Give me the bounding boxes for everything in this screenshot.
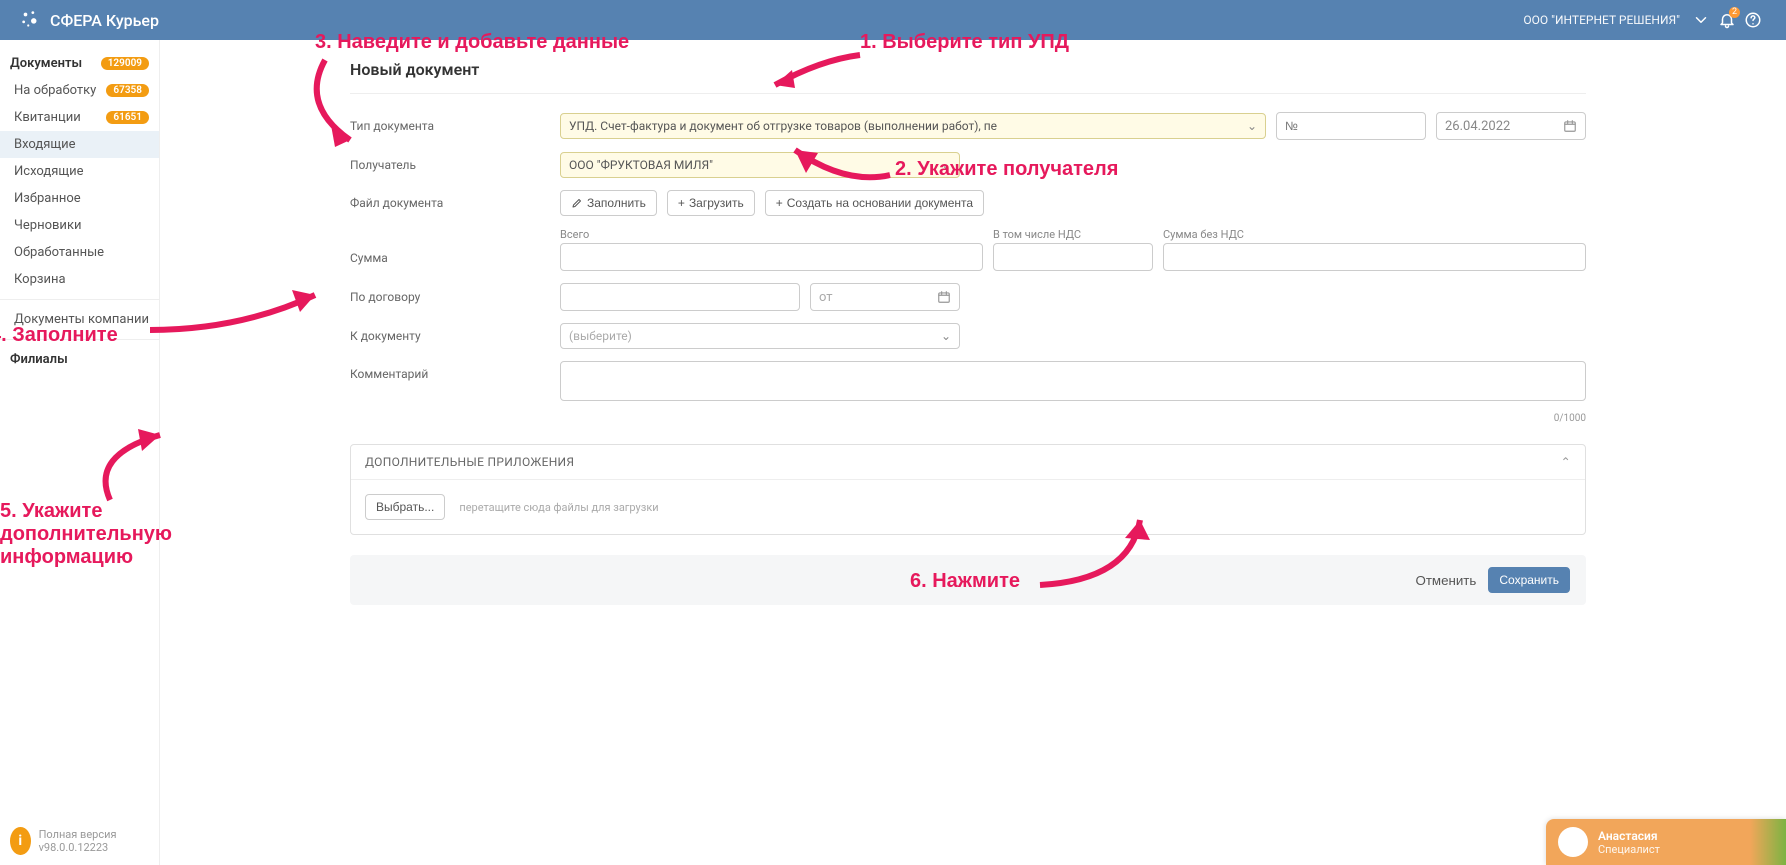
calendar-icon [937,290,951,304]
chevron-down-icon: ⌄ [1247,119,1257,133]
avatar [1558,827,1588,857]
sum-vat-input[interactable] [993,243,1153,271]
bell-icon[interactable]: 2 [1718,11,1736,29]
plus-icon: + [776,196,783,210]
label-contract: По договору [350,290,560,304]
label-sum-vat: В том числе НДС [993,228,1153,241]
label-sum: Сумма [350,251,560,271]
chevron-up-icon: ⌃ [1561,455,1571,469]
action-bar: Отменить Сохранить [350,555,1586,605]
sidebar-item-company-docs[interactable]: Документы компании [0,306,159,333]
save-button[interactable]: Сохранить [1488,567,1570,593]
pencil-icon [571,197,583,209]
content-area: Новый документ Тип документа УПД. Счет-ф… [160,40,1786,865]
recipient-select[interactable]: ООО "ФРУКТОВАЯ МИЛЯ" ⌄ [560,152,960,178]
logo-icon [20,9,42,31]
cancel-button[interactable]: Отменить [1415,567,1476,593]
sum-total-input[interactable] [560,243,983,271]
label-doc-type: Тип документа [350,119,560,133]
comment-textarea[interactable] [560,361,1586,401]
sidebar-item-drafts[interactable]: Черновики [0,212,159,239]
sum-novat-input[interactable] [1163,243,1586,271]
company-name[interactable]: ООО "ИНТЕРНЕТ РЕШЕНИЯ" [1523,13,1680,27]
doc-number-input[interactable] [1276,112,1426,140]
sidebar-item-outbox[interactable]: Исходящие [0,158,159,185]
chat-role: Специалист [1598,843,1660,856]
attachments-panel: ДОПОЛНИТЕЛЬНЫЕ ПРИЛОЖЕНИЯ ⌃ Выбрать... п… [350,444,1586,535]
sidebar: Документы 129009 На обработку67358 Квита… [0,40,160,865]
info-icon[interactable]: i [10,827,31,855]
page-title: Новый документ [350,60,1586,94]
label-sum-novat: Сумма без НДС [1163,228,1586,241]
doc-date-input[interactable]: 26.04.2022 [1436,112,1586,140]
create-from-doc-button[interactable]: +Создать на основании документа [765,190,984,216]
char-count: 0/1000 [560,413,1586,424]
drop-hint: перетащите сюда файлы для загрузки [459,501,658,514]
sidebar-footer: i Полная версия v98.0.0.12223 [0,817,159,865]
sidebar-item-trash[interactable]: Корзина [0,266,159,293]
sidebar-item-processing[interactable]: На обработку67358 [0,77,159,104]
to-doc-select[interactable]: (выберите) ⌄ [560,323,960,349]
doc-type-select[interactable]: УПД. Счет-фактура и документ об отгрузке… [560,113,1266,139]
sidebar-item-receipts[interactable]: Квитанции61651 [0,104,159,131]
label-sum-total: Всего [560,228,983,241]
label-file: Файл документа [350,196,560,210]
choose-file-button[interactable]: Выбрать... [365,494,445,520]
app-header: СФЕРА Курьер ООО "ИНТЕРНЕТ РЕШЕНИЯ" 2 [0,0,1786,40]
chevron-down-icon: ⌄ [941,329,951,343]
calendar-icon [1563,119,1577,133]
sidebar-documents-header[interactable]: Документы 129009 [0,50,159,77]
sidebar-item-favorites[interactable]: Избранное [0,185,159,212]
sidebar-branches-header[interactable]: Филиалы [0,346,159,373]
version-text: Полная версия v98.0.0.12223 [39,828,149,854]
label-recipient: Получатель [350,158,560,172]
contract-date-input[interactable]: от [810,283,960,311]
attachments-header[interactable]: ДОПОЛНИТЕЛЬНЫЕ ПРИЛОЖЕНИЯ ⌃ [351,445,1585,480]
help-icon[interactable] [1744,11,1762,29]
sidebar-item-processed[interactable]: Обработанные [0,239,159,266]
app-name: СФЕРА Курьер [50,11,159,30]
fill-button[interactable]: Заполнить [560,190,657,216]
label-comment: Комментарий [350,361,560,381]
bell-badge: 2 [1729,7,1740,18]
contract-number-input[interactable] [560,283,800,311]
label-to-doc: К документу [350,329,560,343]
chat-name: Анастасия [1598,829,1660,843]
app-logo[interactable]: СФЕРА Курьер [20,9,159,31]
plus-icon: + [678,196,685,210]
upload-button[interactable]: +Загрузить [667,190,755,216]
badge-documents: 129009 [101,57,149,70]
chevron-down-icon[interactable] [1692,11,1710,29]
chevron-down-icon: ⌄ [941,158,951,172]
chat-widget[interactable]: Анастасия Специалист [1546,819,1786,865]
sidebar-item-inbox[interactable]: Входящие [0,131,159,158]
